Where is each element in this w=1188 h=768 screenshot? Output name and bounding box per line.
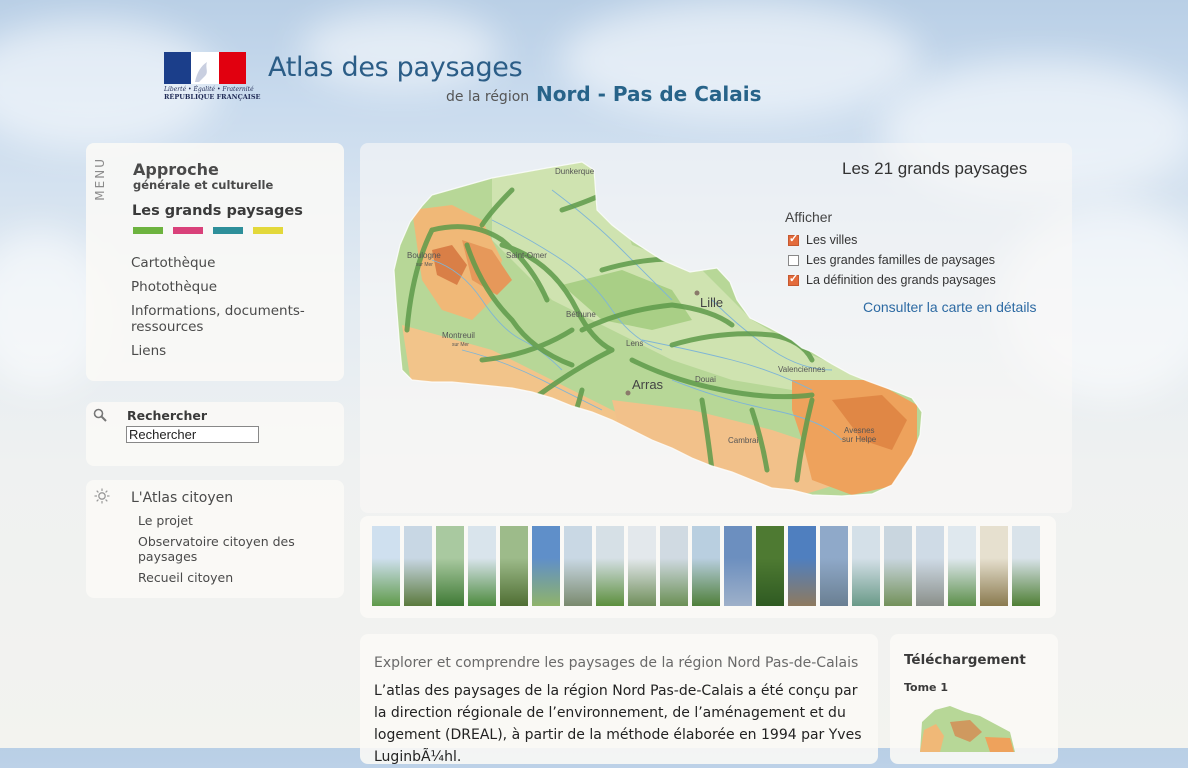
landscape-photo-4[interactable] — [468, 526, 496, 606]
atlas-citoyen-title[interactable]: L'Atlas citoyen — [131, 490, 233, 506]
site-title[interactable]: Atlas des paysages — [268, 52, 523, 83]
swatch-teal[interactable] — [213, 227, 243, 234]
landscape-photo-12[interactable] — [724, 526, 752, 606]
logo-motto: Liberté • Égalité • Fraternité — [164, 86, 254, 93]
city-label-boulogne-sub: sur Mer — [416, 262, 433, 268]
menu-link-phototheque[interactable]: Photothèque — [131, 279, 217, 295]
citoyen-link-projet[interactable]: Le projet — [138, 513, 193, 528]
landscape-photo-20[interactable] — [980, 526, 1008, 606]
landscape-photo-5[interactable] — [500, 526, 528, 606]
city-label-montreuil: Montreuil — [442, 331, 475, 340]
landscape-photo-11[interactable] — [692, 526, 720, 606]
landscape-photo-17[interactable] — [884, 526, 912, 606]
city-label-lille: Lille — [700, 295, 723, 310]
swatch-yellow[interactable] — [253, 227, 283, 234]
landscape-photo-1[interactable] — [372, 526, 400, 606]
search-input[interactable] — [126, 426, 259, 443]
photo-strip — [372, 526, 1040, 606]
menu-link-ressources[interactable]: ressources — [131, 319, 203, 335]
city-label-bethune: Béthune — [566, 310, 596, 319]
landscape-photo-3[interactable] — [436, 526, 464, 606]
option-definition[interactable]: La définition des grands paysages — [788, 272, 996, 287]
landscape-photo-7[interactable] — [564, 526, 592, 606]
checkbox-familles[interactable] — [788, 254, 799, 266]
menu-approche-title[interactable]: Approche — [133, 160, 219, 179]
flag-blue — [164, 52, 192, 84]
landscape-photo-21[interactable] — [1012, 526, 1040, 606]
landscape-photo-19[interactable] — [948, 526, 976, 606]
flag-red — [218, 52, 246, 84]
city-label-lens: Lens — [626, 339, 643, 348]
consult-map-link[interactable]: Consulter la carte en détails — [863, 299, 1037, 315]
menu-grands-paysages[interactable]: Les grands paysages — [132, 203, 303, 219]
landscape-photo-18[interactable] — [916, 526, 944, 606]
option-definition-label: La définition des grands paysages — [806, 273, 996, 287]
republique-francaise-logo[interactable]: Liberté • Égalité • Fraternité RÉPUBLIQU… — [164, 52, 261, 102]
sun-icon — [94, 488, 110, 504]
city-dot-arras — [625, 390, 631, 396]
option-villes[interactable]: Les villes — [788, 232, 858, 247]
map-title: Les 21 grands paysages — [842, 159, 1028, 178]
landscape-family-swatches — [133, 227, 283, 234]
menu-vertical-label: MENU — [93, 157, 107, 201]
landscape-photo-6[interactable] — [532, 526, 560, 606]
citoyen-link-recueil[interactable]: Recueil citoyen — [138, 570, 233, 585]
checkbox-villes[interactable] — [788, 232, 799, 246]
explore-text: L’atlas des paysages de la région Nord P… — [374, 683, 862, 765]
option-villes-label: Les villes — [806, 233, 858, 247]
tricolor-flag — [164, 52, 246, 84]
search-label: Rechercher — [127, 408, 208, 423]
swatch-green[interactable] — [133, 227, 163, 234]
citoyen-link-observatoire-cont[interactable]: paysages — [138, 549, 197, 564]
checkbox-definition[interactable] — [788, 272, 799, 286]
download-title: Téléchargement — [904, 652, 1026, 668]
landscape-photo-13[interactable] — [756, 526, 784, 606]
city-label-dunkerque: Dunkerque — [555, 167, 595, 176]
city-label-arras: Arras — [632, 377, 664, 392]
city-label-avesnes-sub: sur Helpe — [842, 435, 877, 444]
city-dot-lille — [694, 290, 700, 296]
city-label-boulogne: Boulogne — [407, 251, 441, 260]
menu-approche-subtitle[interactable]: générale et culturelle — [133, 178, 273, 192]
menu-link-informations[interactable]: Informations, documents- — [131, 303, 305, 319]
landscape-photo-8[interactable] — [596, 526, 624, 606]
city-label-douai: Douai — [695, 375, 716, 384]
landscape-photo-15[interactable] — [820, 526, 848, 606]
tome-1-cover-thumbnail[interactable] — [910, 702, 1020, 752]
menu-link-cartotheque[interactable]: Cartothèque — [131, 255, 215, 271]
landscape-photo-2[interactable] — [404, 526, 432, 606]
landscape-photo-16[interactable] — [852, 526, 880, 606]
option-familles-label: Les grandes familles de paysages — [806, 253, 996, 267]
city-label-avesnes: Avesnes — [844, 426, 875, 435]
citoyen-link-observatoire[interactable]: Observatoire citoyen des — [138, 534, 295, 549]
download-tome-label: Tome 1 — [904, 681, 949, 694]
site-subtitle-region: Nord - Pas de Calais — [536, 82, 762, 106]
site-subtitle-prefix: de la région — [446, 89, 530, 105]
explore-title: Explorer et comprendre les paysages de l… — [374, 655, 859, 671]
landscape-photo-10[interactable] — [660, 526, 688, 606]
region-map[interactable]: Dunkerque Boulogne sur Mer Saint-Omer Li… — [372, 150, 932, 505]
menu-link-liens[interactable]: Liens — [131, 343, 166, 359]
magnifier-icon — [93, 408, 107, 422]
city-label-cambrai: Cambrai — [728, 436, 758, 445]
option-familles[interactable]: Les grandes familles de paysages — [788, 253, 995, 267]
landscape-photo-9[interactable] — [628, 526, 656, 606]
map-display-label: Afficher — [785, 209, 833, 225]
landscape-photo-14[interactable] — [788, 526, 816, 606]
city-label-valenciennes: Valenciennes — [778, 365, 825, 374]
city-label-montreuil-sub: sur Mer — [452, 342, 469, 348]
city-label-saint-omer: Saint-Omer — [506, 251, 547, 260]
logo-republic: RÉPUBLIQUE FRANÇAISE — [164, 93, 261, 101]
swatch-pink[interactable] — [173, 227, 203, 234]
flag-white — [191, 52, 219, 84]
